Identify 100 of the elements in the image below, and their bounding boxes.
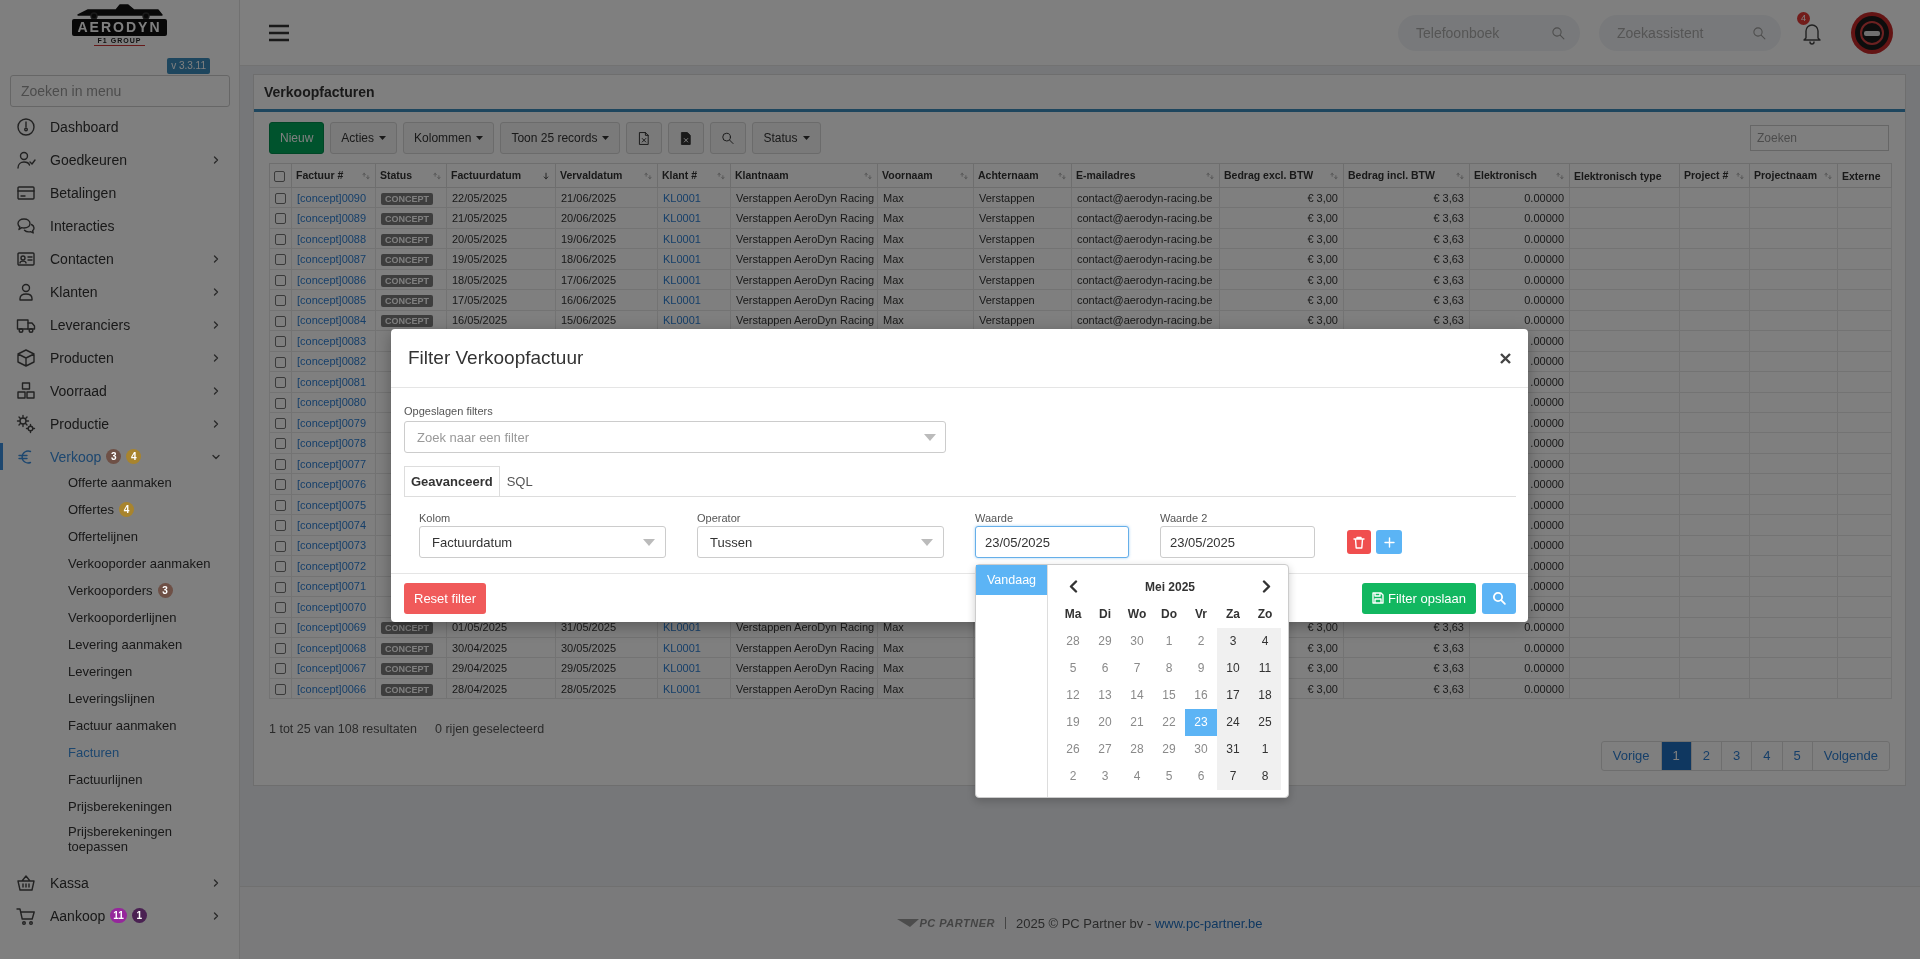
dropdown-field[interactable]: Tussen bbox=[697, 526, 944, 558]
day-cell[interactable]: 29 bbox=[1153, 736, 1185, 763]
column-header[interactable]: Vervaldatum bbox=[555, 163, 658, 188]
day-cell[interactable]: 18 bbox=[1249, 682, 1281, 709]
column-header[interactable]: Elektronisch bbox=[1469, 163, 1570, 188]
text-field[interactable]: 23/05/2025 bbox=[975, 526, 1129, 558]
day-cell[interactable]: 4 bbox=[1121, 763, 1153, 790]
submenu-item[interactable]: Leveringen bbox=[68, 664, 133, 679]
day-cell[interactable]: 1 bbox=[1249, 736, 1281, 763]
day-cell[interactable]: 6 bbox=[1185, 763, 1217, 790]
day-cell[interactable]: 2 bbox=[1057, 763, 1089, 790]
submenu-item[interactable]: Offerte aanmaken bbox=[68, 475, 172, 490]
today-button[interactable]: Vandaag bbox=[976, 565, 1047, 595]
page-link[interactable]: 3 bbox=[1721, 742, 1752, 771]
menu-item[interactable]: Leveranciers bbox=[50, 316, 131, 333]
day-cell[interactable]: 16 bbox=[1185, 682, 1217, 709]
page-link[interactable]: Volgende bbox=[1811, 742, 1889, 771]
save-filter-button[interactable]: Filter opslaan bbox=[1361, 582, 1476, 614]
day-cell[interactable]: 24 bbox=[1217, 709, 1249, 736]
menu-item[interactable]: Aankoop bbox=[50, 907, 106, 924]
page-link[interactable]: 1 bbox=[1660, 742, 1691, 771]
column-header[interactable]: Projectnaam bbox=[1749, 163, 1838, 188]
menu-item[interactable]: Betalingen bbox=[50, 184, 117, 201]
checkbox[interactable] bbox=[275, 193, 286, 204]
column-header[interactable]: Externe bbox=[1837, 163, 1892, 188]
day-cell[interactable]: 4 bbox=[1249, 628, 1281, 655]
menu-item[interactable]: Goedkeuren bbox=[50, 151, 128, 168]
menu-item[interactable]: Dashboard bbox=[50, 118, 119, 135]
checkbox[interactable] bbox=[275, 663, 286, 675]
day-cell[interactable]: 6 bbox=[1089, 655, 1121, 682]
day-cell[interactable]: 19 bbox=[1057, 709, 1089, 736]
checkbox[interactable] bbox=[275, 643, 286, 654]
checkbox[interactable] bbox=[275, 479, 286, 491]
day-cell[interactable]: 26 bbox=[1057, 736, 1089, 763]
menu-item[interactable]: Contacten bbox=[50, 250, 114, 267]
submenu-item[interactable]: Levering aanmaken bbox=[68, 637, 183, 652]
submenu-item[interactable]: Verkooporder aanmaken bbox=[68, 556, 211, 571]
day-cell[interactable]: 5 bbox=[1153, 763, 1185, 790]
checkbox[interactable] bbox=[275, 336, 286, 348]
column-header[interactable]: Project # bbox=[1679, 163, 1750, 188]
submenu-item[interactable]: Factuur aanmaken bbox=[68, 718, 177, 733]
column-header[interactable]: Achternaam bbox=[973, 163, 1072, 188]
checkbox[interactable] bbox=[275, 315, 286, 327]
checkbox[interactable] bbox=[275, 581, 286, 593]
day-cell[interactable]: 7 bbox=[1217, 763, 1249, 790]
avatar[interactable] bbox=[1850, 10, 1894, 55]
tab[interactable]: Geavanceerd bbox=[404, 466, 500, 496]
day-cell[interactable]: 5 bbox=[1057, 655, 1089, 682]
submenu-item[interactable]: Facturen bbox=[68, 745, 120, 760]
submenu-item[interactable]: Factuurlijnen bbox=[68, 772, 143, 787]
tab[interactable]: SQL bbox=[499, 466, 540, 497]
column-header[interactable]: Bedrag excl. BTW bbox=[1219, 163, 1344, 188]
day-cell[interactable]: 17 bbox=[1217, 682, 1249, 709]
column-header[interactable]: Bedrag incl. BTW bbox=[1343, 163, 1470, 188]
menu-item[interactable]: Productie bbox=[50, 415, 110, 432]
day-cell[interactable]: 8 bbox=[1249, 763, 1281, 790]
toolbar-button[interactable] bbox=[668, 122, 705, 154]
menu-item[interactable]: Verkoop bbox=[50, 448, 102, 465]
day-cell[interactable]: 20 bbox=[1089, 709, 1121, 736]
day-cell[interactable]: 1 bbox=[1153, 628, 1185, 655]
dropdown-button[interactable]: Toon 25 records bbox=[500, 122, 621, 154]
checkbox[interactable] bbox=[275, 397, 286, 409]
day-cell[interactable]: 3 bbox=[1089, 763, 1121, 790]
submenu-item[interactable]: Prijsberekeningen toepassen bbox=[68, 824, 228, 854]
checkbox[interactable] bbox=[274, 170, 285, 182]
dropdown-button[interactable]: Status bbox=[752, 122, 821, 154]
checkbox[interactable] bbox=[275, 233, 286, 245]
day-cell[interactable]: 30 bbox=[1121, 628, 1153, 655]
checkbox[interactable] bbox=[275, 377, 286, 389]
toolbar-button[interactable] bbox=[626, 122, 663, 154]
dropdown-field[interactable]: Factuurdatum bbox=[419, 526, 666, 558]
day-cell[interactable]: 8 bbox=[1153, 655, 1185, 682]
checkbox[interactable] bbox=[275, 458, 286, 470]
submenu-item[interactable]: Verkooporders bbox=[68, 583, 153, 598]
delete-button[interactable] bbox=[1347, 530, 1371, 554]
dropdown-button[interactable]: Kolommen bbox=[403, 122, 495, 154]
menu-item[interactable]: Klanten bbox=[50, 283, 98, 300]
day-cell[interactable]: 22 bbox=[1153, 709, 1185, 736]
submenu-item[interactable]: Offertes bbox=[68, 502, 114, 517]
checkbox[interactable] bbox=[275, 622, 286, 634]
checkbox[interactable] bbox=[275, 254, 286, 266]
day-cell[interactable]: 3 bbox=[1217, 628, 1249, 655]
checkbox[interactable] bbox=[275, 499, 286, 511]
day-cell[interactable]: 13 bbox=[1089, 682, 1121, 709]
menu-item[interactable]: Interacties bbox=[50, 217, 115, 234]
menu-item[interactable]: Kassa bbox=[50, 874, 89, 891]
menu-item[interactable]: Voorraad bbox=[50, 382, 107, 399]
toolbar-button[interactable]: Nieuw bbox=[269, 122, 325, 154]
day-cell[interactable]: 15 bbox=[1153, 682, 1185, 709]
checkbox[interactable] bbox=[275, 274, 286, 286]
page-link[interactable]: 5 bbox=[1781, 742, 1812, 771]
column-header[interactable]: Status bbox=[375, 163, 447, 188]
day-cell[interactable]: 14 bbox=[1121, 682, 1153, 709]
add-button[interactable] bbox=[1376, 530, 1402, 554]
close-icon[interactable] bbox=[1500, 352, 1511, 364]
search-button[interactable] bbox=[1482, 582, 1516, 614]
day-cell[interactable]: 12 bbox=[1057, 682, 1089, 709]
checkbox[interactable] bbox=[275, 602, 286, 614]
dropdown-field[interactable]: Zoek naar een filter bbox=[404, 421, 946, 453]
day-cell[interactable]: 25 bbox=[1249, 709, 1281, 736]
